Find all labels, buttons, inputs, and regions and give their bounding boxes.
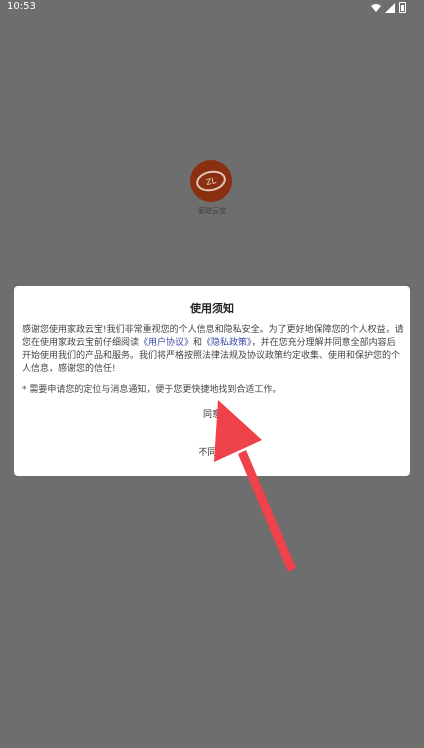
user-agreement-link[interactable]: 《用户协议》 xyxy=(139,338,193,348)
battery-icon xyxy=(399,2,406,13)
body-text-and: 和 xyxy=(193,338,203,348)
dialog-note: * 需要申请您的定位与消息通知，便于您更快捷地找到合适工作。 xyxy=(22,385,282,395)
usage-notice-dialog: 使用须知 感谢您使用家政云宝!我们非常重视您的个人信息和隐私安全。为了更好地保障… xyxy=(14,286,410,476)
app-name: 家政云宝 xyxy=(198,207,226,215)
dialog-title: 使用须知 xyxy=(190,302,234,315)
disagree-button[interactable]: 不同意 xyxy=(164,446,260,460)
app-logo: ZL xyxy=(190,160,232,202)
app-logo-mark: ZL xyxy=(194,168,228,194)
status-bar: 10:53 xyxy=(0,0,424,14)
wifi-icon xyxy=(371,3,381,12)
dialog-body-paragraph: 感谢您使用家政云宝!我们非常重视您的个人信息和隐私安全。为了更好地保障您的个人权… xyxy=(22,324,404,376)
dialog-body: 感谢您使用家政云宝!我们非常重视您的个人信息和隐私安全。为了更好地保障您的个人权… xyxy=(22,324,404,397)
agree-button[interactable]: 同意 xyxy=(164,408,260,422)
status-icons xyxy=(371,2,406,13)
privacy-policy-link[interactable]: 《隐私政策》 xyxy=(202,338,252,348)
status-time: 10:53 xyxy=(7,1,36,12)
signal-icon xyxy=(385,2,395,13)
